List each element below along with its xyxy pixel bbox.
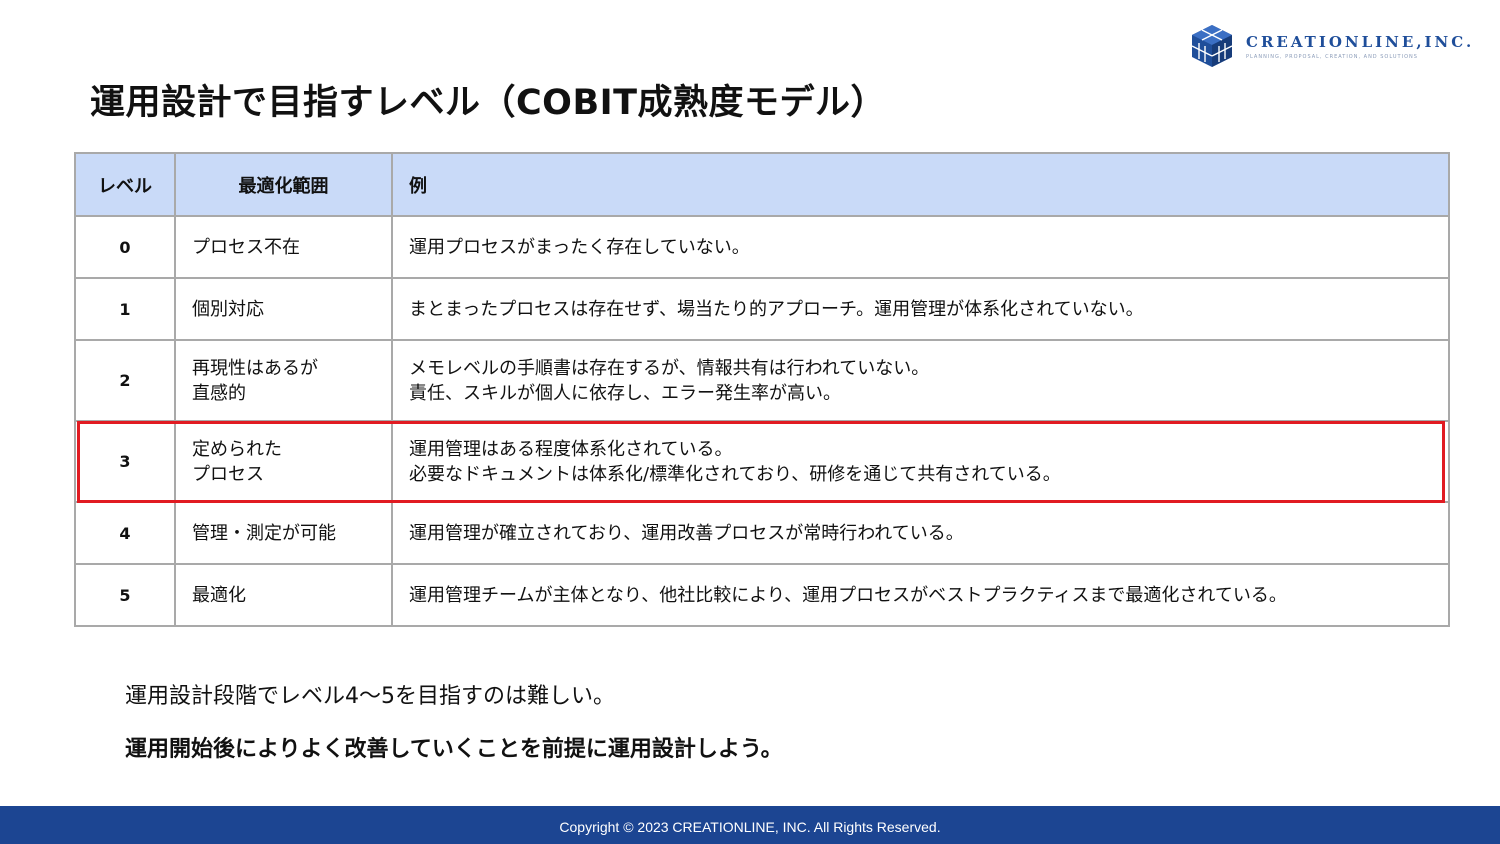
level-example: まとまったプロセスは存在せず、場当たり的アプローチ。運用管理が体系化されていない…	[391, 277, 1450, 341]
level-example: 運用管理はある程度体系化されている。 必要なドキュメントは体系化/標準化されており…	[391, 420, 1450, 503]
logo-wordmark: CREATIONLINE,INC.	[1246, 32, 1475, 51]
header-scope: 最適化範囲	[174, 152, 393, 217]
table-row: 1 個別対応 まとまったプロセスは存在せず、場当たり的アプローチ。運用管理が体系…	[74, 277, 1450, 341]
copyright-text: Copyright © 2023 CREATIONLINE, INC. All …	[559, 819, 941, 835]
level-scope: 再現性はあるが 直感的	[174, 339, 393, 422]
header-level: レベル	[74, 152, 176, 217]
level-example: 運用プロセスがまったく存在していない。	[391, 215, 1450, 279]
level-number: 1	[74, 277, 176, 341]
level-scope: 定められた プロセス	[174, 420, 393, 503]
company-logo: CREATIONLINE,INC. PLANNING, PROPOSAL, CR…	[1190, 22, 1480, 70]
cube-logo-icon	[1191, 25, 1233, 67]
table-row: 4 管理・測定が可能 運用管理が確立されており、運用改善プロセスが常時行われてい…	[74, 501, 1450, 565]
note-difficulty: 運用設計段階でレベル4〜5を目指すのは難しい。	[125, 684, 615, 709]
level-number: 0	[74, 215, 176, 279]
table-row: 5 最適化 運用管理チームが主体となり、他社比較により、運用プロセスがベストプラ…	[74, 563, 1450, 627]
level-example: 運用管理が確立されており、運用改善プロセスが常時行われている。	[391, 501, 1450, 565]
level-scope: プロセス不在	[174, 215, 393, 279]
table-row: 0 プロセス不在 運用プロセスがまったく存在していない。	[74, 215, 1450, 279]
note-recommendation: 運用開始後によりよく改善していくことを前提に運用設計しよう。	[125, 737, 783, 762]
maturity-table: レベル 最適化範囲 例 0 プロセス不在 運用プロセスがまったく存在していない。…	[74, 152, 1450, 627]
table-row-highlighted: 3 定められた プロセス 運用管理はある程度体系化されている。 必要なドキュメントは…	[74, 420, 1450, 503]
level-number: 3	[74, 420, 176, 503]
table-header-row: レベル 最適化範囲 例	[74, 152, 1450, 217]
level-number: 5	[74, 563, 176, 627]
table-row: 2 再現性はあるが 直感的 メモレベルの手順書は存在するが、情報共有は行われていな…	[74, 339, 1450, 422]
level-number: 2	[74, 339, 176, 422]
logo-tagline: PLANNING, PROPOSAL, CREATION, AND SOLUTI…	[1246, 53, 1418, 60]
page-title: 運用設計で目指すレベル（COBIT成熟度モデル）	[90, 83, 887, 123]
level-scope: 最適化	[174, 563, 393, 627]
header-example: 例	[391, 152, 1450, 217]
level-scope: 管理・測定が可能	[174, 501, 393, 565]
level-scope: 個別対応	[174, 277, 393, 341]
level-example: メモレベルの手順書は存在するが、情報共有は行われていない。 責任、スキルが個人に依…	[391, 339, 1450, 422]
level-number: 4	[74, 501, 176, 565]
level-example: 運用管理チームが主体となり、他社比較により、運用プロセスがベストプラクティスまで…	[391, 563, 1450, 627]
footer-bar: Copyright © 2023 CREATIONLINE, INC. All …	[0, 806, 1500, 844]
